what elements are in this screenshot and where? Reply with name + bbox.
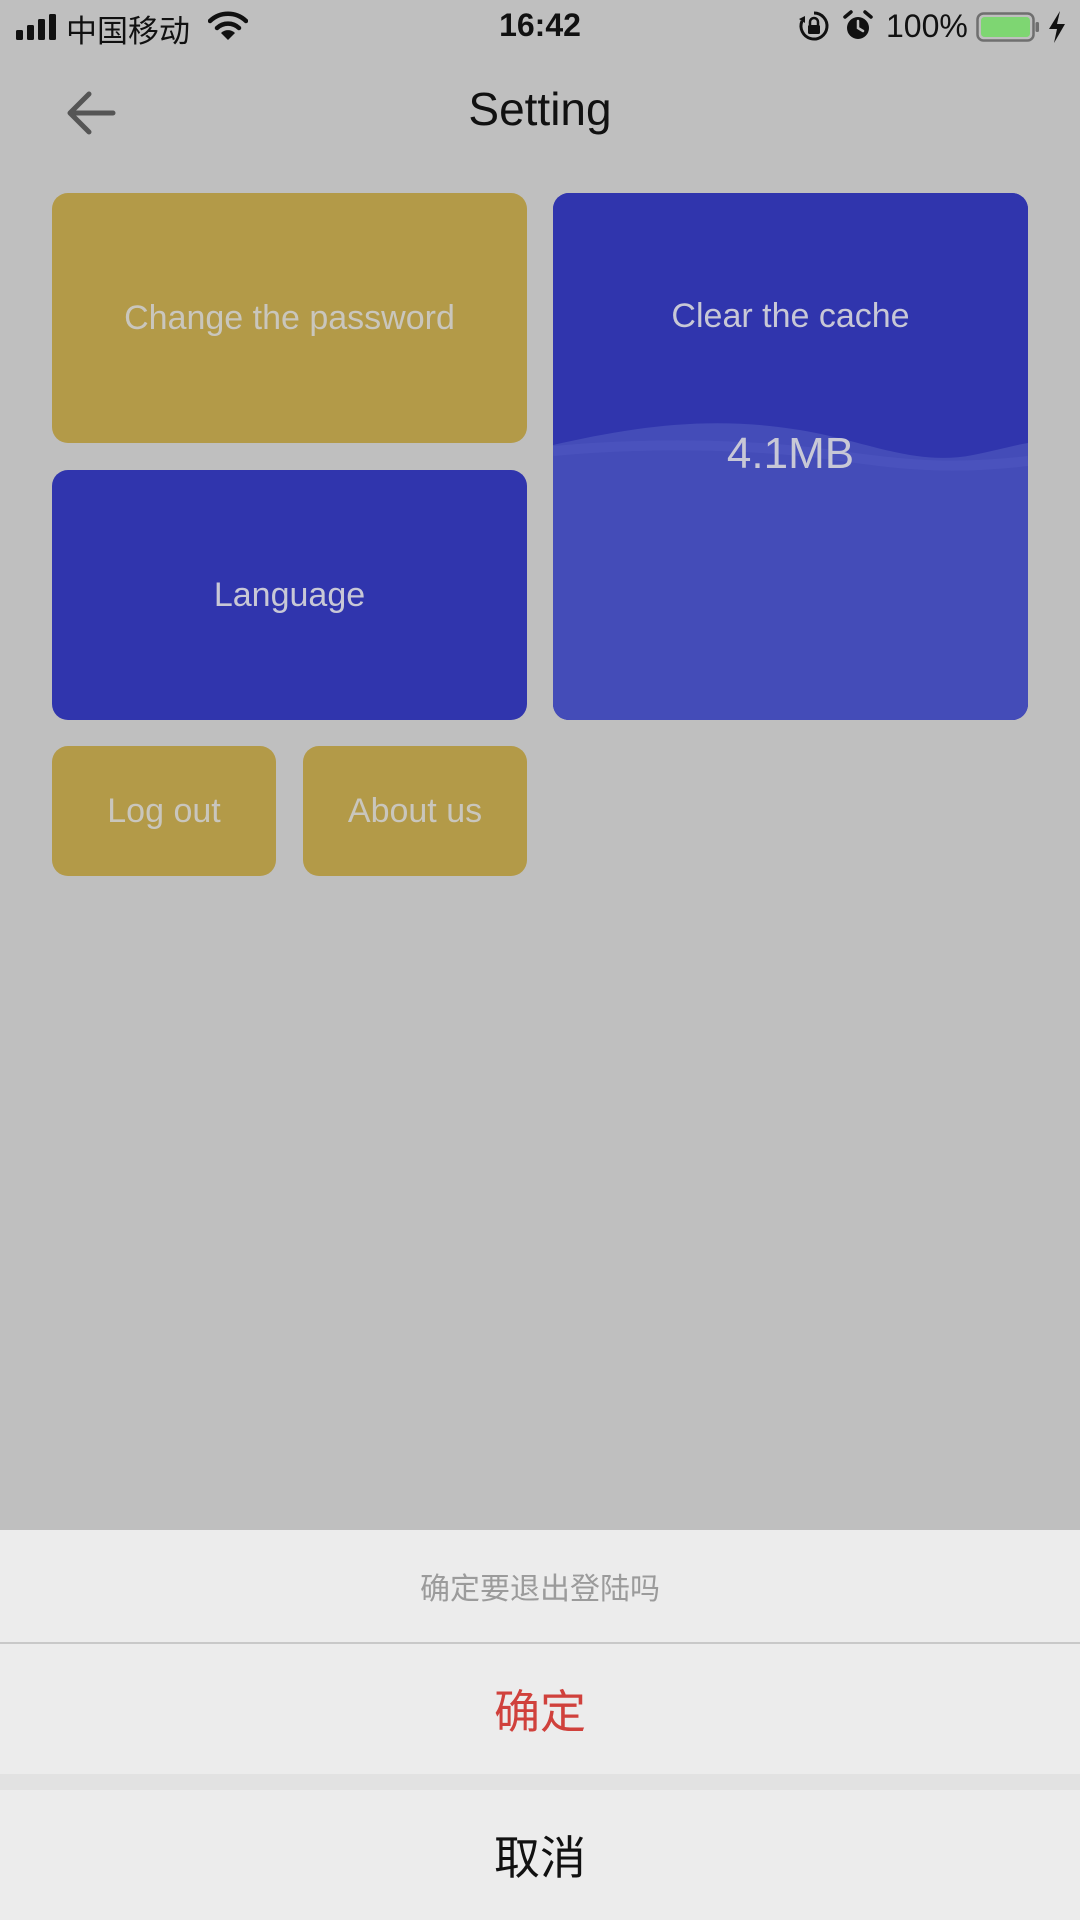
page-title: Setting: [468, 83, 612, 135]
battery-percentage: 100%: [886, 8, 968, 44]
about-us-tile[interactable]: About us: [303, 746, 527, 876]
alarm-icon: [843, 10, 873, 39]
log-out-label: Log out: [107, 791, 221, 830]
change-password-label: Change the password: [124, 298, 455, 337]
about-us-label: About us: [347, 791, 483, 830]
change-password-tile[interactable]: Change the password: [52, 193, 527, 443]
confirm-button[interactable]: 确定: [0, 1644, 1080, 1774]
log-out-tile[interactable]: Log out: [52, 746, 276, 876]
clear-cache-tile[interactable]: Clear the cache 4.1MB: [553, 193, 1028, 720]
language-label: Language: [213, 575, 366, 614]
language-tile[interactable]: Language: [52, 470, 527, 720]
charging-icon: [1049, 11, 1065, 43]
status-bar: 中国移动 16:42 100%: [0, 0, 1080, 54]
cancel-button[interactable]: 取消: [0, 1790, 1080, 1920]
logout-action-sheet: 确定要退出登陆吗 确定 取消: [0, 1530, 1080, 1920]
screen: 中国移动 16:42 100% Setting Change the passw…: [0, 0, 1080, 1920]
cache-size-value: 4.1MB: [726, 429, 855, 478]
battery-icon: [976, 12, 1039, 42]
action-sheet-title: 确定要退出登陆吗: [0, 1530, 1080, 1642]
clear-cache-label: Clear the cache: [671, 297, 910, 335]
rotation-lock-icon: [799, 11, 829, 41]
